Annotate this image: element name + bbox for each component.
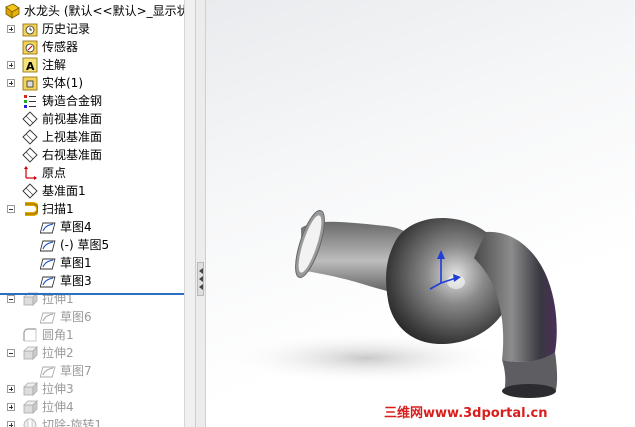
tree-item-label: 铸造合金钢 (42, 94, 103, 108)
tree-item[interactable]: A 注解 (0, 56, 184, 74)
material-icon (22, 93, 38, 109)
tree-item-label: 水龙头 (默认<<默认>_显示状 (24, 4, 184, 18)
tree-scrollbar[interactable] (184, 0, 196, 427)
tree-item-label: 拉伸2 (42, 346, 74, 360)
extrude-icon (22, 381, 38, 397)
tree-item[interactable]: (-) 草图5 (0, 236, 184, 254)
tree-item-label: 草图1 (60, 256, 92, 270)
tree-item[interactable]: 右视基准面 (0, 146, 184, 164)
collapse-icon[interactable] (7, 295, 15, 303)
panel-splitter[interactable] (196, 0, 206, 427)
sweep-icon (22, 201, 40, 217)
tree-item[interactable]: 拉伸4 (0, 398, 184, 416)
expand-icon[interactable] (7, 61, 15, 69)
sketch-icon (39, 219, 56, 235)
tree-item[interactable]: 圆角1 (0, 326, 184, 344)
solid-bodies-icon (22, 75, 38, 91)
tree-item-label: 原点 (42, 166, 67, 180)
watermark: 三维网www.3dportal.cn (384, 406, 548, 421)
expand-icon[interactable] (7, 25, 15, 33)
collapse-icon[interactable] (7, 349, 15, 357)
cut-revolve-icon (22, 417, 38, 427)
tree-item-label: 基准面1 (42, 184, 86, 198)
annotation-icon: A (22, 57, 38, 73)
sketch-icon (39, 273, 56, 289)
tree-item[interactable]: 切除-旋转1 (0, 416, 184, 427)
part-icon (4, 3, 20, 19)
sensor-icon (22, 39, 38, 55)
tree-item-label: 切除-旋转1 (42, 418, 102, 427)
origin-icon (22, 165, 38, 181)
tree-item-label: 草图3 (60, 274, 92, 288)
fillet-icon (22, 327, 38, 343)
sketch-icon (39, 309, 56, 325)
tree-item-label: 草图7 (60, 364, 92, 378)
expand-icon[interactable] (7, 403, 15, 411)
tree-item[interactable]: 历史记录 (0, 20, 184, 38)
tree-item-label: 草图4 (60, 220, 92, 234)
tree-item[interactable]: 实体(1) (0, 74, 184, 92)
sketch-icon (39, 363, 56, 379)
collapse-arrow-icon (199, 284, 203, 290)
tree-item-label: 前视基准面 (42, 112, 103, 126)
extrude-icon (22, 399, 38, 415)
tree-item[interactable]: 草图6 (0, 308, 184, 326)
history-folder-icon (22, 21, 38, 37)
tree-item[interactable]: 草图7 (0, 362, 184, 380)
feature-manager-tree: 水龙头 (默认<<默认>_显示状历史记录传感器 A 注解实体(1) 铸造合金钢前视基准… (0, 0, 184, 427)
plane-icon (22, 147, 38, 163)
plane-icon (22, 129, 38, 145)
sketch-icon (39, 237, 56, 253)
tree-item[interactable]: 前视基准面 (0, 110, 184, 128)
tree-item[interactable]: 水龙头 (默认<<默认>_显示状 (0, 2, 184, 20)
tree-item-label: 右视基准面 (42, 148, 103, 162)
plane-icon (22, 183, 38, 199)
tree-item-label: 实体(1) (42, 76, 83, 90)
collapse-arrow-icon (199, 268, 203, 274)
tree-item[interactable]: 草图4 (0, 218, 184, 236)
tree-item[interactable]: 草图1 (0, 254, 184, 272)
expand-icon[interactable] (7, 385, 15, 393)
tree-item-label: 拉伸4 (42, 400, 74, 414)
tree-item[interactable]: 上视基准面 (0, 128, 184, 146)
plane-icon (22, 111, 38, 127)
tree-item-label: 草图6 (60, 310, 92, 324)
collapse-panel-button[interactable] (197, 262, 204, 296)
tree-item[interactable]: 草图3 (0, 272, 184, 290)
expand-icon[interactable] (7, 79, 15, 87)
tree-item[interactable]: 原点 (0, 164, 184, 182)
tree-item[interactable]: 铸造合金钢 (0, 92, 184, 110)
tree-item-label: (-) 草图5 (60, 238, 110, 252)
collapse-arrow-icon (199, 276, 203, 282)
tree-item-label: 拉伸3 (42, 382, 74, 396)
faucet-model (226, 210, 558, 398)
tree-item-label: 注解 (42, 58, 67, 72)
outlet-end (502, 384, 556, 398)
tree-item-label: 上视基准面 (42, 130, 103, 144)
tree-item[interactable]: 传感器 (0, 38, 184, 56)
tree-item[interactable]: 拉伸3 (0, 380, 184, 398)
expand-icon[interactable] (7, 421, 15, 427)
rollback-bar[interactable] (0, 293, 184, 295)
collapse-icon[interactable] (7, 205, 15, 213)
tree-item[interactable]: 基准面1 (0, 182, 184, 200)
tree-item-label: 扫描1 (42, 202, 74, 216)
extrude-icon (22, 345, 38, 361)
tree-item-label: 传感器 (42, 40, 79, 54)
tree-item-label: 历史记录 (42, 22, 91, 36)
tree-item[interactable]: 扫描1 (0, 200, 184, 218)
svg-text:A: A (26, 60, 35, 73)
tree-item-label: 圆角1 (42, 328, 74, 342)
tree-item[interactable]: 拉伸2 (0, 344, 184, 362)
sketch-icon (39, 255, 56, 271)
graphics-viewport[interactable] (206, 0, 635, 427)
